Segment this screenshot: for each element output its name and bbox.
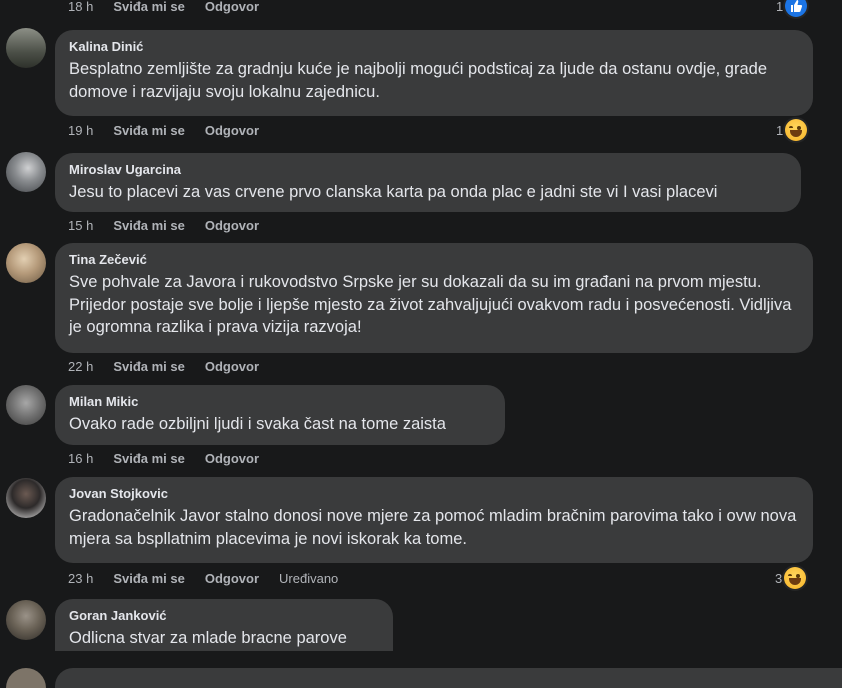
like-button[interactable]: Sviđa mi se [113,218,185,234]
comment-time[interactable]: 23 h [68,571,93,587]
comment-time[interactable]: 22 h [68,359,93,375]
comment-meta-top: 18 h Sviđa mi se Odgovor [68,0,279,15]
comment-bubble: Miroslav Ugarcina Jesu to placevi za vas… [55,153,801,212]
comment-text: Jesu to placevi za vas crvene prvo clans… [69,183,718,201]
comment-bubble: Kalina Dinić Besplatno zemljište za grad… [55,30,813,116]
avatar[interactable] [6,478,46,518]
comment-time[interactable]: 18 h [68,0,93,15]
comment-time[interactable]: 16 h [68,451,93,467]
reaction-count[interactable]: 3 [775,567,807,589]
comment-meta: 22 h Sviđa mi se Odgovor [68,359,279,375]
comment-bubble: Tina Zečević Sve pohvale za Javora i ruk… [55,243,813,353]
comment-time[interactable]: 15 h [68,218,93,234]
laugh-icon [785,119,808,141]
comment-bubble: Goran Janković Odlicna stvar za mlade br… [55,599,393,651]
like-button[interactable]: Sviđa mi se [113,571,185,587]
comment-time[interactable]: 19 h [68,123,93,139]
reaction-count[interactable]: 1 [776,0,808,17]
avatar[interactable] [6,28,46,68]
like-button[interactable]: Sviđa mi se [113,0,185,15]
reply-button[interactable]: Odgovor [205,123,259,139]
comment-text: Besplatno zemljište za gradnju kuće je n… [69,60,768,101]
comment-text: Sve pohvale za Javora i rukovodstvo Srps… [69,273,792,336]
comment-author[interactable]: Tina Zečević [69,251,799,269]
avatar[interactable] [6,385,46,425]
next-avatar [6,668,46,688]
reaction-count-number: 1 [776,0,784,14]
comment-meta: 16 h Sviđa mi se Odgovor [68,451,279,467]
reaction-count-number: 3 [775,570,783,586]
like-button[interactable]: Sviđa mi se [113,123,185,139]
like-button[interactable]: Sviđa mi se [113,451,185,467]
comment-text: Ovako rade ozbiljni ljudi i svaka čast n… [69,415,446,433]
reply-button[interactable]: Odgovor [205,571,259,587]
reply-button[interactable]: Odgovor [205,0,259,15]
laugh-icon [784,567,807,589]
comment-author[interactable]: Miroslav Ugarcina [69,161,787,179]
comment-meta: 15 h Sviđa mi se Odgovor [68,218,279,234]
comment-bubble: Jovan Stojkovic Gradonačelnik Javor stal… [55,477,813,563]
comment-bubble: Milan Mikic Ovako rade ozbiljni ljudi i … [55,385,505,445]
reaction-count[interactable]: 1 [776,119,808,141]
avatar[interactable] [6,600,46,640]
comment-text: Odlicna stvar za mlade bracne parove [69,629,347,647]
reaction-count-number: 1 [776,122,784,138]
avatar[interactable] [6,243,46,283]
edited-label[interactable]: Uređivano [279,571,338,587]
reply-button[interactable]: Odgovor [205,451,259,467]
comment-meta: 23 h Sviđa mi se Odgovor Uređivano [68,571,358,587]
reply-button[interactable]: Odgovor [205,359,259,375]
avatar[interactable] [6,152,46,192]
comment-meta: 19 h Sviđa mi se Odgovor [68,123,279,139]
like-button[interactable]: Sviđa mi se [113,359,185,375]
comment-author[interactable]: Goran Janković [69,607,379,625]
comment-author[interactable]: Kalina Dinić [69,38,799,56]
comment-author[interactable]: Milan Mikic [69,393,491,411]
comment-text: Gradonačelnik Javor stalno donosi nove m… [69,507,797,548]
reply-button[interactable]: Odgovor [205,218,259,234]
next-comment-bubble [55,668,842,688]
like-icon [785,0,808,17]
comment-author[interactable]: Jovan Stojkovic [69,485,799,503]
